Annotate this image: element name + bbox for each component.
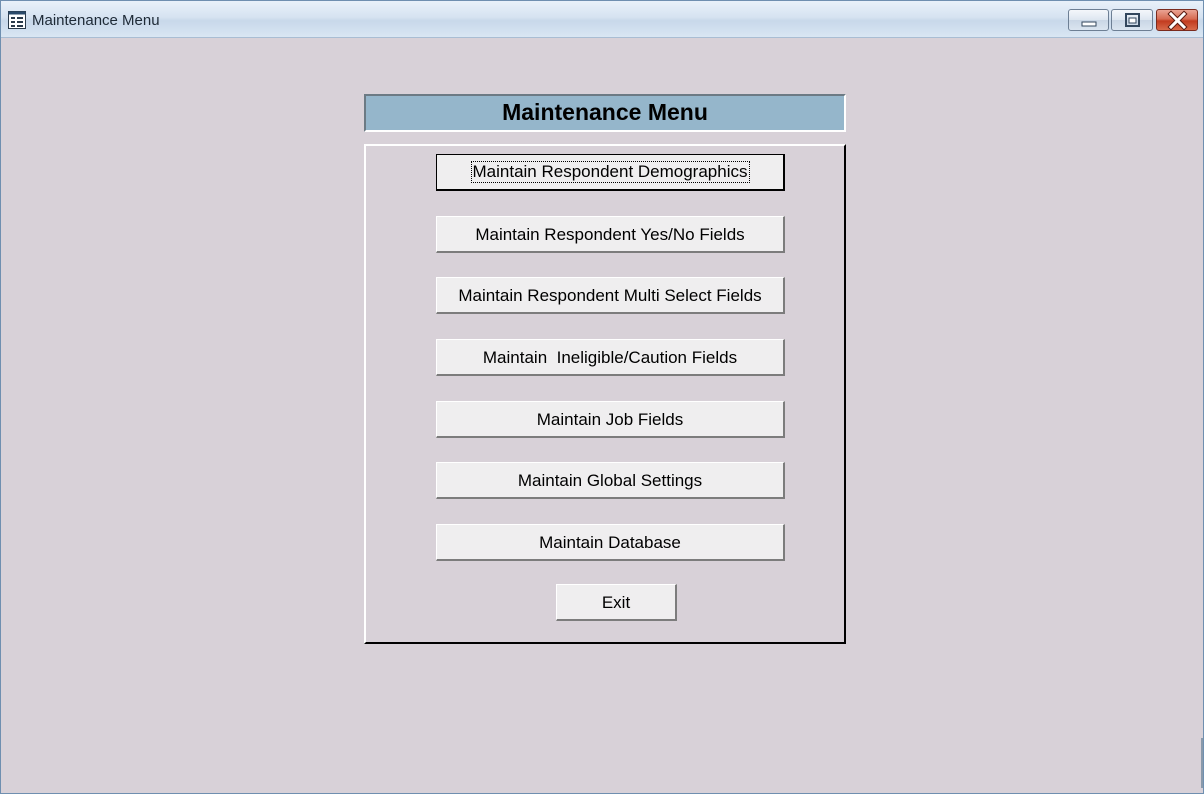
button-label: Maintain Job Fields [536,410,684,429]
maintain-database-button[interactable]: Maintain Database [436,524,785,561]
button-label: Maintain Global Settings [517,471,703,490]
minimize-button[interactable] [1068,9,1109,31]
minimize-icon [1081,21,1097,27]
app-window: Maintenance Menu Maintenance Menu Mainta… [0,0,1204,794]
button-label: Maintain Ineligible/Caution Fields [482,348,738,367]
window-title: Maintenance Menu [32,12,160,29]
maintain-ineligible-caution-fields-button[interactable]: Maintain Ineligible/Caution Fields [436,339,785,376]
form-area: Maintenance Menu Maintain Respondent Dem… [1,38,1203,793]
exit-button[interactable]: Exit [556,584,677,621]
menu-heading: Maintenance Menu [364,94,846,132]
form-icon [8,11,26,29]
button-label: Maintain Database [539,533,681,552]
maintain-job-fields-button[interactable]: Maintain Job Fields [436,401,785,438]
window-edge [1201,738,1203,788]
exit-label: Exit [601,593,631,612]
restore-icon [1125,13,1140,27]
title-bar[interactable]: Maintenance Menu [1,1,1203,38]
maintain-yes-no-fields-button[interactable]: Maintain Respondent Yes/No Fields [436,216,785,253]
maintain-demographics-button[interactable]: Maintain Respondent Demographics [436,154,785,191]
button-label: Maintain Respondent Demographics [470,161,750,183]
close-button[interactable] [1156,9,1198,31]
maintain-global-settings-button[interactable]: Maintain Global Settings [436,462,785,499]
maintain-multi-select-fields-button[interactable]: Maintain Respondent Multi Select Fields [436,277,785,314]
button-label: Maintain Respondent Multi Select Fields [458,286,762,305]
close-icon [1167,10,1188,31]
restore-button[interactable] [1111,9,1153,31]
button-label: Maintain Respondent Yes/No Fields [475,225,745,244]
